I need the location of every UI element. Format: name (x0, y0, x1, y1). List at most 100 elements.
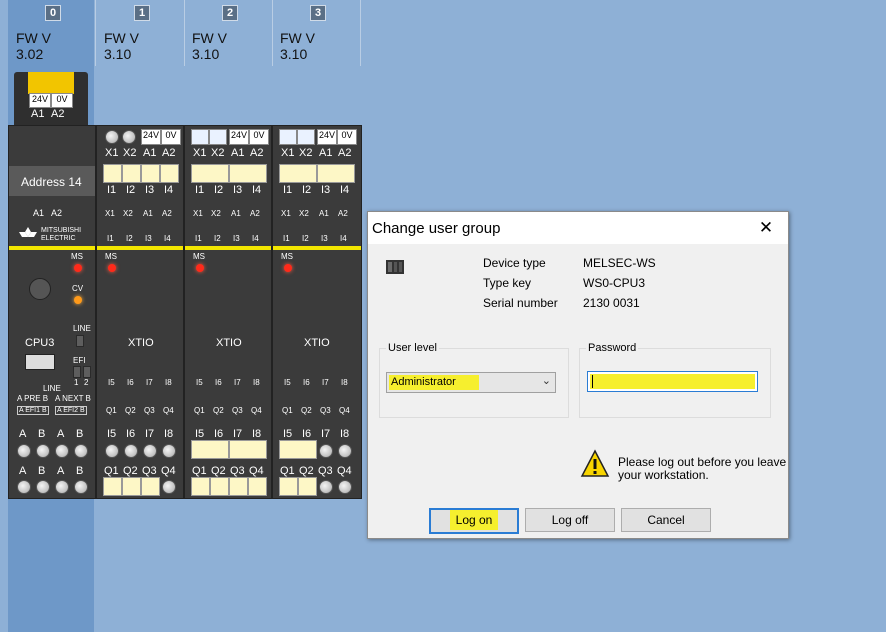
cpu3-module[interactable]: Address 14 A1 A2 MITSUBISHI ELECTRIC MS … (8, 125, 96, 499)
test-pulse-x2-icon (297, 129, 315, 145)
slot-header-3[interactable]: 3 FW V 3.10 (272, 0, 361, 66)
terminal-label: A1 (231, 147, 245, 159)
efi-label: EFI (73, 356, 86, 365)
input-label: I7 (146, 378, 153, 387)
output-label: Q4 (163, 406, 174, 415)
efi-2-label: 2 (84, 378, 89, 387)
change-user-group-dialog: Change user group ✕ Device type MELSEC-W… (367, 211, 789, 539)
test-pulse-x1-icon (191, 129, 209, 145)
input-label: I3 (321, 184, 331, 196)
output-label: Q2 (123, 465, 138, 477)
output-label: Q4 (337, 465, 352, 477)
xtio-module-3[interactable]: 24V 0V X1 X2 A1 A2 I1 I2 I3 I4 X1 X2 A1 … (272, 125, 362, 499)
terminal-label: B (76, 465, 84, 477)
fw-version: 3.10 (192, 46, 220, 62)
user-level-select[interactable]: Administrator ⌄ (386, 372, 556, 393)
terminal-screw-icon (36, 480, 50, 494)
cv-led (74, 296, 82, 304)
input-label: I2 (126, 184, 136, 196)
output-label: Q1 (106, 406, 117, 415)
password-input[interactable] (587, 371, 758, 392)
ms-label: MS (71, 252, 83, 261)
fw-label: FW V (280, 30, 315, 46)
terminal-screw-icon (55, 480, 69, 494)
terminal-label: X1 (193, 147, 207, 159)
module-name: XTIO (304, 337, 330, 349)
efi1-led (73, 366, 81, 378)
input-label: I8 (252, 428, 262, 440)
terminal-label: B (76, 428, 84, 440)
type-key-value: WS0-CPU3 (583, 276, 646, 290)
input-label: I4 (252, 184, 262, 196)
slot-header-1[interactable]: 1 FW V 3.10 (96, 0, 185, 66)
log-off-button[interactable]: Log off (525, 508, 615, 532)
input-label: I1 (107, 184, 117, 196)
input-label: I6 (214, 428, 224, 440)
terminal-label: A2 (250, 147, 264, 159)
output-device-icon (191, 477, 210, 496)
efi-1-label: 1 (74, 378, 79, 387)
dialog-title: Change user group (372, 220, 501, 237)
a-efi2-b-label: A EFI2 B (55, 406, 87, 415)
cancel-button[interactable]: Cancel (621, 508, 711, 532)
fw-version: 3.02 (16, 46, 44, 62)
terminal-screw-icon (338, 480, 352, 494)
input-label: I1 (195, 184, 205, 196)
log-on-button[interactable]: Log on (429, 508, 519, 534)
terminal-label: X1 (281, 209, 291, 218)
output-label: Q2 (299, 465, 314, 477)
output-label: Q4 (161, 465, 176, 477)
close-button[interactable]: ✕ (752, 216, 780, 240)
output-label: Q3 (230, 465, 245, 477)
input-label: I8 (165, 378, 172, 387)
slot-header-2[interactable]: 2 FW V 3.10 (184, 0, 273, 66)
terminal-label: X2 (299, 209, 309, 218)
input-label: I4 (340, 184, 350, 196)
terminal-screw-icon (319, 480, 333, 494)
output-label: Q3 (320, 406, 331, 415)
slot-header-0[interactable]: 0 FW V 3.02 (7, 0, 96, 66)
terminal-24v: 24V (141, 129, 161, 145)
input-label: I3 (233, 234, 240, 243)
input-label: I4 (164, 184, 174, 196)
terminal-label: A1 (319, 147, 333, 159)
xtio-module-1[interactable]: 24V 0V X1 X2 A1 A2 I1 I2 I3 I4 X1 X2 A1 … (96, 125, 184, 499)
line2-label: LINE (43, 384, 61, 393)
device-type-label: Device type (483, 256, 546, 270)
warning-message-line1: Please log out before you leave (618, 455, 787, 469)
fw-version: 3.10 (104, 46, 132, 62)
terminal-label: X2 (123, 209, 133, 218)
input-switch-icon (103, 164, 122, 183)
terminal-screw-icon (143, 444, 157, 458)
input-label: I8 (340, 428, 350, 440)
input-switch-icon (160, 164, 179, 183)
output-label: Q4 (339, 406, 350, 415)
output-label: Q4 (249, 465, 264, 477)
log-on-label: Log on (449, 510, 499, 530)
terminal-label: B (38, 428, 46, 440)
input-label: I1 (195, 234, 202, 243)
serial-number-value: 2130 0031 (583, 296, 640, 310)
line-label: LINE (73, 324, 91, 333)
chevron-down-icon: ⌄ (541, 375, 551, 387)
xtio-module-2[interactable]: 24V 0V X1 X2 A1 A2 I1 I2 I3 I4 X1 X2 A1 … (184, 125, 272, 499)
input-label: I5 (108, 378, 115, 387)
cv-label: CV (72, 284, 84, 293)
user-level-label: User level (386, 342, 439, 354)
terminal-24v: 24V (317, 129, 337, 145)
terminal-screw-icon (162, 480, 176, 494)
input-label: I8 (253, 378, 260, 387)
input-label: I7 (233, 428, 243, 440)
input-label: I6 (215, 378, 222, 387)
output-label: Q3 (144, 406, 155, 415)
input-label: I2 (302, 184, 312, 196)
input-label: I2 (126, 234, 133, 243)
memory-plug-icon (29, 278, 51, 300)
terminal-screw-icon (162, 444, 176, 458)
input-label: I5 (107, 428, 117, 440)
terminal-screw-icon (36, 444, 50, 458)
output-device-icon (298, 477, 317, 496)
input-label: I6 (126, 428, 136, 440)
ms-label: MS (193, 252, 205, 261)
output-device-icon (210, 477, 229, 496)
